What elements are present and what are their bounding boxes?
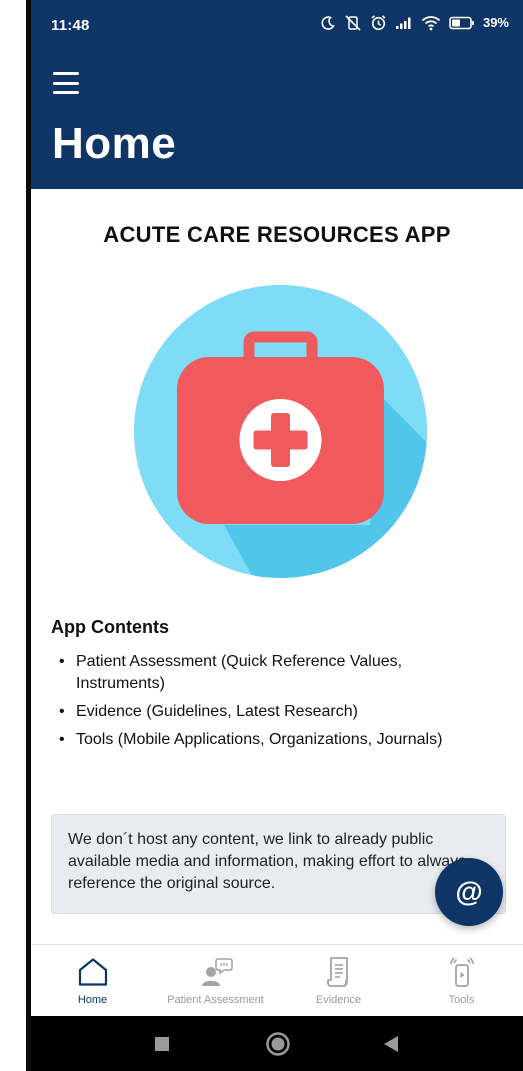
tab-evidence[interactable]: Evidence	[277, 945, 400, 1017]
hamburger-line	[53, 91, 79, 94]
status-bar: 11:48 39%	[31, 0, 523, 56]
home-circle-icon	[266, 1031, 290, 1056]
wifi-icon	[421, 15, 441, 31]
left-bezel	[0, 0, 31, 1071]
recents-icon	[155, 1036, 169, 1051]
recents-button[interactable]	[127, 1016, 197, 1071]
main-content: ACUTE CARE RESOURCES APP App Contents • …	[31, 189, 523, 944]
page-title: Home	[52, 119, 177, 168]
status-icons: 39%	[320, 14, 509, 31]
system-nav-bar	[31, 1016, 523, 1071]
list-item: Patient Assessment (Quick Reference Valu…	[51, 651, 491, 695]
moon-icon	[320, 15, 336, 31]
hamburger-line	[53, 72, 79, 75]
tab-label: Patient Assessment	[167, 994, 264, 1006]
back-triangle-icon	[384, 1035, 398, 1052]
list-item: Evidence (Guidelines, Latest Research)	[51, 701, 491, 723]
battery-icon	[449, 16, 475, 30]
hamburger-icon[interactable]	[53, 72, 79, 94]
device-frame: 11:48 39% Home ACUTE CARE RESOURCES APP …	[0, 0, 523, 1071]
notice-text: We don´t host any content, we link to al…	[68, 831, 467, 892]
app-title: ACUTE CARE RESOURCES APP	[103, 222, 451, 247]
contents-heading: App Contents	[51, 617, 169, 637]
back-button[interactable]	[356, 1016, 426, 1071]
document-icon	[322, 955, 356, 989]
home-button[interactable]	[243, 1016, 313, 1071]
status-time: 11:48	[51, 17, 90, 34]
hamburger-line	[53, 81, 79, 85]
tab-label: Tools	[448, 994, 475, 1006]
app-screen: 11:48 39% Home ACUTE CARE RESOURCES APP …	[31, 0, 523, 1071]
app-header: 11:48 39% Home	[31, 0, 523, 189]
at-sign-icon: @	[455, 876, 483, 907]
signal-icon	[395, 16, 413, 30]
person-speech-icon	[199, 955, 233, 989]
home-icon	[76, 955, 110, 989]
phone-signal-icon	[445, 955, 479, 989]
bottom-tab-bar: Home Patient Assessment Evidence Tools	[31, 944, 523, 1016]
first-aid-kit-icon	[134, 285, 427, 578]
alarm-icon	[370, 14, 387, 31]
list-item: Tools (Mobile Applications, Organization…	[51, 729, 491, 751]
contact-fab-button[interactable]: @	[435, 858, 503, 926]
battery-percent: 39%	[482, 15, 509, 30]
contents-list: Patient Assessment (Quick Reference Valu…	[51, 651, 491, 757]
muted-vibrate-icon	[344, 14, 362, 31]
tab-patient-assessment[interactable]: Patient Assessment	[154, 945, 277, 1017]
tab-tools[interactable]: Tools	[400, 945, 523, 1017]
tab-home[interactable]: Home	[31, 945, 154, 1017]
tab-label: Home	[77, 994, 108, 1006]
tab-label: Evidence	[315, 994, 362, 1006]
